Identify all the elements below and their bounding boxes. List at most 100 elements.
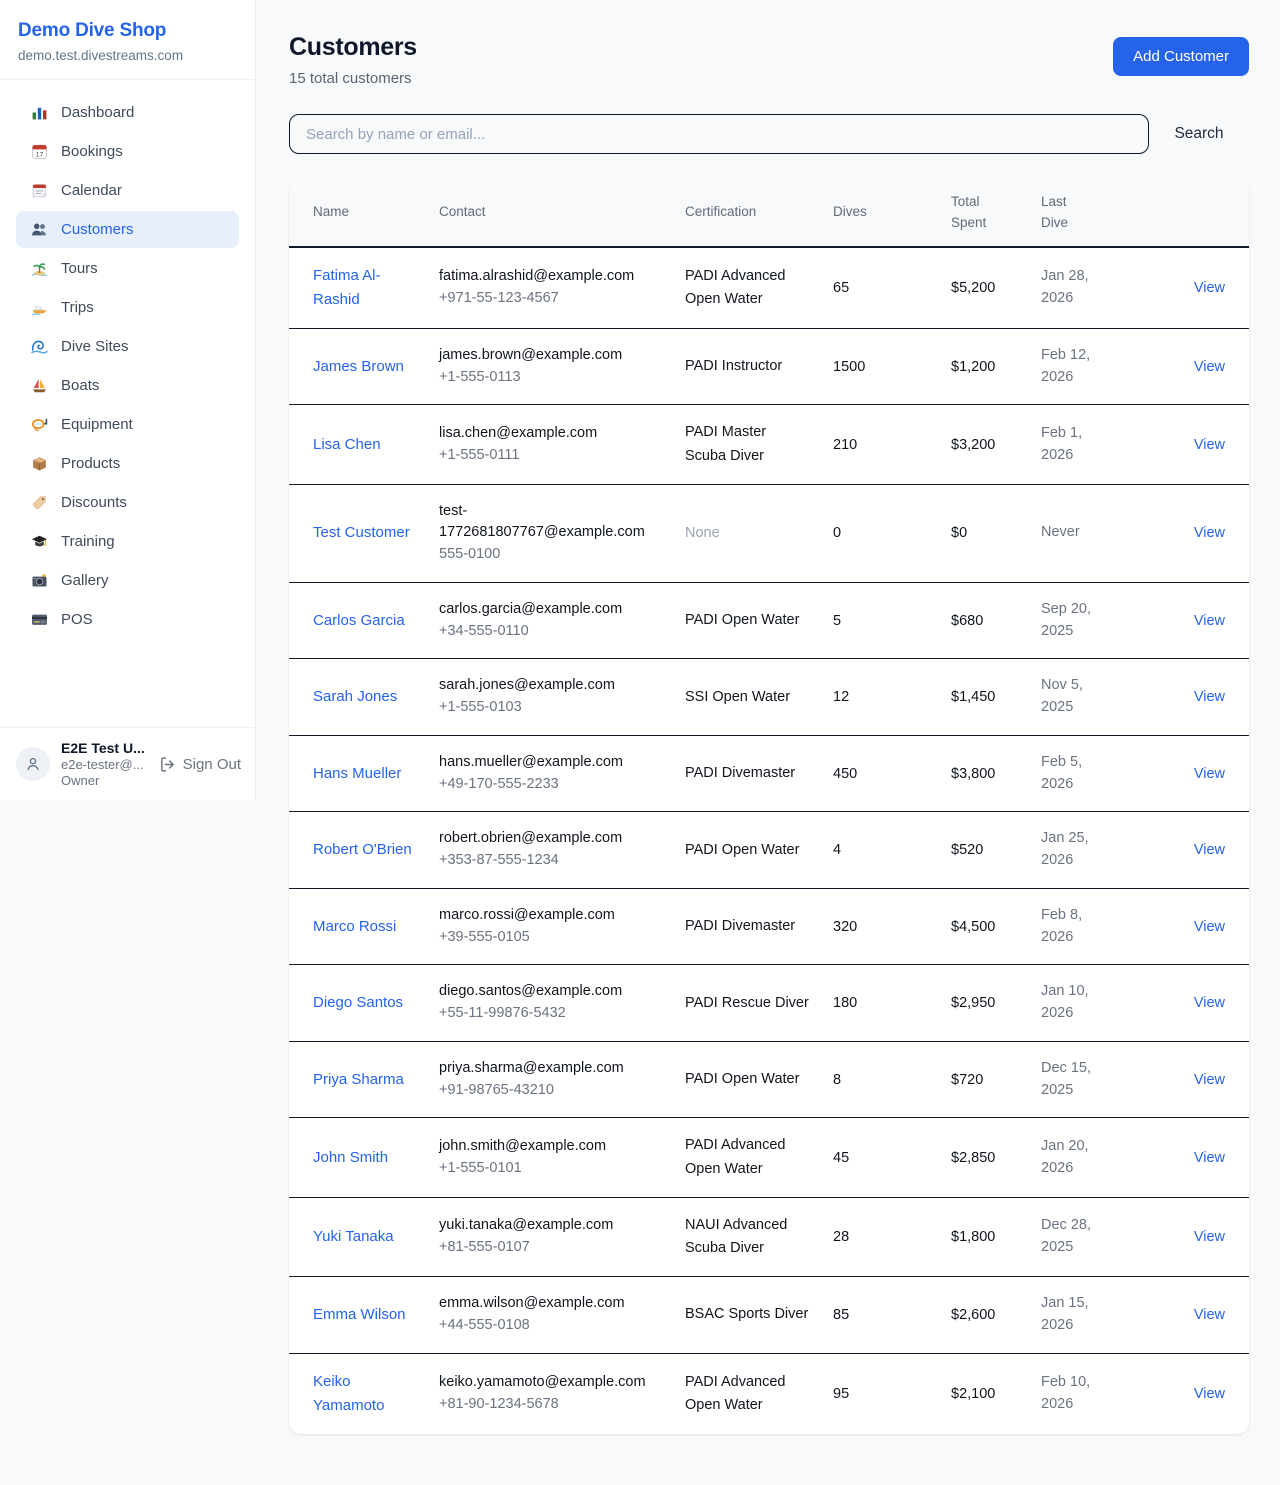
customer-phone: +34-555-0110 bbox=[439, 621, 661, 643]
view-link[interactable]: View bbox=[1194, 613, 1225, 629]
view-link[interactable]: View bbox=[1194, 1150, 1225, 1166]
table-row: Robert O'Brien robert.obrien@example.com… bbox=[289, 812, 1249, 889]
credit-card-icon bbox=[30, 611, 48, 628]
table-row: Test Customer test-1772681807767@example… bbox=[289, 484, 1249, 582]
customer-last-dive: Feb 10, 2026 bbox=[1029, 1353, 1109, 1434]
customer-total-spent: $2,100 bbox=[939, 1353, 1029, 1434]
customer-dives: 0 bbox=[821, 484, 939, 582]
customer-name-link[interactable]: Keiko Yamamoto bbox=[313, 1370, 415, 1418]
customer-phone: +1-555-0113 bbox=[439, 367, 661, 389]
customer-email: sarah.jones@example.com bbox=[439, 675, 661, 697]
view-link[interactable]: View bbox=[1194, 1307, 1225, 1323]
customer-certification: BSAC Sports Diver bbox=[673, 1277, 821, 1354]
customer-email: priya.sharma@example.com bbox=[439, 1058, 661, 1080]
view-link[interactable]: View bbox=[1194, 1229, 1225, 1245]
sidebar-item-trips[interactable]: Trips bbox=[16, 289, 239, 326]
customer-name-link[interactable]: Priya Sharma bbox=[313, 1068, 404, 1092]
customer-name-link[interactable]: Sarah Jones bbox=[313, 685, 397, 709]
customer-name-link[interactable]: John Smith bbox=[313, 1146, 388, 1170]
customer-dives: 28 bbox=[821, 1197, 939, 1276]
sidebar-item-discounts[interactable]: Discounts bbox=[16, 484, 239, 521]
shop-name: Demo Dive Shop bbox=[18, 20, 235, 42]
customer-name-link[interactable]: Emma Wilson bbox=[313, 1303, 406, 1327]
table-row: Carlos Garcia carlos.garcia@example.com … bbox=[289, 582, 1249, 659]
customer-phone: +39-555-0105 bbox=[439, 927, 661, 949]
logout-icon bbox=[159, 756, 176, 773]
customers-table: NameContactCertificationDivesTotal Spent… bbox=[289, 180, 1249, 1434]
search-button[interactable]: Search bbox=[1149, 125, 1249, 143]
customer-email: marco.rossi@example.com bbox=[439, 905, 661, 927]
sailboat-icon bbox=[30, 377, 48, 394]
customer-phone: +1-555-0103 bbox=[439, 697, 661, 719]
customer-total-spent: $1,800 bbox=[939, 1197, 1029, 1276]
total-customers-count: 15 total customers bbox=[289, 70, 417, 87]
customer-name-link[interactable]: Hans Mueller bbox=[313, 762, 401, 786]
customer-name-link[interactable]: Diego Santos bbox=[313, 991, 403, 1015]
customer-total-spent: $3,800 bbox=[939, 735, 1029, 812]
customer-total-spent: $2,850 bbox=[939, 1118, 1029, 1197]
customer-phone: +1-555-0101 bbox=[439, 1158, 661, 1180]
customer-email: robert.obrien@example.com bbox=[439, 828, 661, 850]
customer-email: john.smith@example.com bbox=[439, 1136, 661, 1158]
view-link[interactable]: View bbox=[1194, 280, 1225, 296]
customer-name-link[interactable]: Carlos Garcia bbox=[313, 609, 405, 633]
sidebar-header: Demo Dive Shop demo.test.divestreams.com bbox=[0, 0, 255, 80]
customer-name-link[interactable]: Test Customer bbox=[313, 521, 410, 545]
sidebar-item-pos[interactable]: POS bbox=[16, 601, 239, 638]
table-row: Keiko Yamamoto keiko.yamamoto@example.co… bbox=[289, 1353, 1249, 1434]
sidebar-item-tours[interactable]: Tours bbox=[16, 250, 239, 287]
customer-name-link[interactable]: Robert O'Brien bbox=[313, 838, 412, 862]
view-link[interactable]: View bbox=[1194, 689, 1225, 705]
sidebar-item-bookings[interactable]: 17 Bookings bbox=[16, 133, 239, 170]
table-row: Priya Sharma priya.sharma@example.com +9… bbox=[289, 1041, 1249, 1118]
user-meta: E2E Test U... e2e-tester@... Owner bbox=[61, 740, 148, 788]
sidebar: Demo Dive Shop demo.test.divestreams.com… bbox=[0, 0, 256, 800]
sidebar-item-calendar[interactable]: Calendar bbox=[16, 172, 239, 209]
customer-total-spent: $520 bbox=[939, 812, 1029, 889]
customer-name-link[interactable]: Yuki Tanaka bbox=[313, 1225, 394, 1249]
user-name: E2E Test U... bbox=[61, 740, 148, 756]
view-link[interactable]: View bbox=[1194, 1072, 1225, 1088]
add-customer-button[interactable]: Add Customer bbox=[1113, 37, 1249, 76]
search-input[interactable] bbox=[289, 114, 1149, 154]
customer-total-spent: $5,200 bbox=[939, 247, 1029, 329]
search-bar: Search bbox=[289, 114, 1249, 154]
customer-last-dive: Dec 15, 2025 bbox=[1029, 1041, 1109, 1118]
customer-certification: PADI Divemaster bbox=[673, 888, 821, 965]
view-link[interactable]: View bbox=[1194, 766, 1225, 782]
table-row: Emma Wilson emma.wilson@example.com +44-… bbox=[289, 1277, 1249, 1354]
customer-certification: PADI Master Scuba Diver bbox=[673, 405, 821, 484]
sidebar-item-dashboard[interactable]: Dashboard bbox=[16, 94, 239, 131]
customer-name-link[interactable]: Fatima Al-Rashid bbox=[313, 264, 415, 312]
view-link[interactable]: View bbox=[1194, 437, 1225, 453]
view-link[interactable]: View bbox=[1194, 1386, 1225, 1402]
customer-last-dive: Jan 15, 2026 bbox=[1029, 1277, 1109, 1354]
view-link[interactable]: View bbox=[1194, 995, 1225, 1011]
customer-certification: PADI Rescue Diver bbox=[673, 965, 821, 1042]
customer-name-link[interactable]: Lisa Chen bbox=[313, 433, 381, 457]
customer-name-link[interactable]: Marco Rossi bbox=[313, 915, 396, 939]
user-email: e2e-tester@... bbox=[61, 757, 148, 772]
sidebar-item-dive-sites[interactable]: Dive Sites bbox=[16, 328, 239, 365]
sidebar-nav: Dashboard 17 Bookings Calendar Customers… bbox=[0, 80, 255, 652]
speedboat-icon bbox=[30, 299, 48, 316]
column-header-name: Name bbox=[289, 180, 427, 247]
bar-chart-icon bbox=[30, 104, 48, 121]
sidebar-item-boats[interactable]: Boats bbox=[16, 367, 239, 404]
view-link[interactable]: View bbox=[1194, 525, 1225, 541]
table-row: Fatima Al-Rashid fatima.alrashid@example… bbox=[289, 247, 1249, 329]
view-link[interactable]: View bbox=[1194, 359, 1225, 375]
sidebar-item-products[interactable]: Products bbox=[16, 445, 239, 482]
view-link[interactable]: View bbox=[1194, 842, 1225, 858]
view-link[interactable]: View bbox=[1194, 919, 1225, 935]
customer-total-spent: $720 bbox=[939, 1041, 1029, 1118]
sign-out-button[interactable]: Sign Out bbox=[159, 756, 241, 773]
sidebar-item-gallery[interactable]: Gallery bbox=[16, 562, 239, 599]
customer-name-link[interactable]: James Brown bbox=[313, 355, 404, 379]
column-header-certification: Certification bbox=[673, 180, 821, 247]
customer-total-spent: $2,600 bbox=[939, 1277, 1029, 1354]
sidebar-item-training[interactable]: Training bbox=[16, 523, 239, 560]
sidebar-item-customers[interactable]: Customers bbox=[16, 211, 239, 248]
sidebar-item-equipment[interactable]: Equipment bbox=[16, 406, 239, 443]
customer-total-spent: $680 bbox=[939, 582, 1029, 659]
